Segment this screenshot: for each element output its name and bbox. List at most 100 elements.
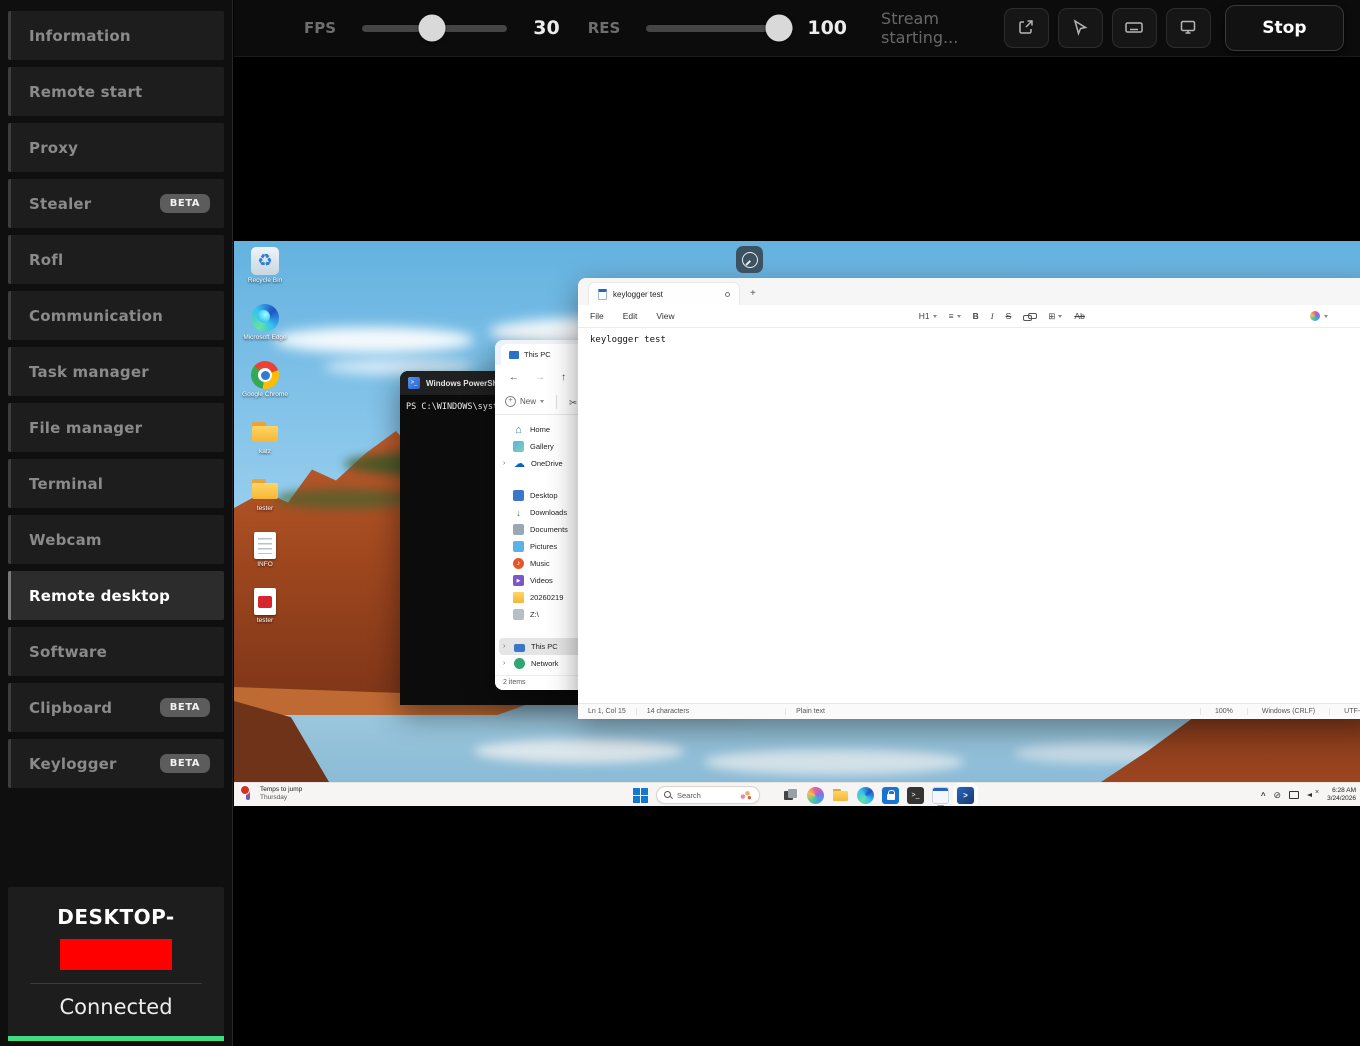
up-icon[interactable]: ↑ xyxy=(561,372,566,383)
do-not-disturb-icon[interactable]: ⊘ xyxy=(1274,790,1282,801)
main-panel: FPS 30 RES 100 Stream starting... xyxy=(234,0,1360,1046)
monitor-button[interactable] xyxy=(1166,8,1211,48)
desktop-icon-tester[interactable]: tester xyxy=(242,588,288,624)
remote-desktop-stream[interactable]: Recycle Bin Microsoft Edge Google Chrome ka… xyxy=(234,241,1360,806)
chevron-down-icon xyxy=(957,315,961,318)
desktop-icon-microsoft-edge[interactable]: Microsoft Edge xyxy=(242,304,288,341)
menu-edit[interactable]: Edit xyxy=(623,311,638,321)
thispc-icon xyxy=(514,644,525,652)
keyboard-control-button[interactable] xyxy=(1112,8,1157,48)
sidebar-item-keylogger[interactable]: KeyloggerBETA xyxy=(8,739,224,788)
desktop-icon-tester[interactable]: tester xyxy=(242,475,288,512)
desktop-icon-label: INFO xyxy=(257,561,273,568)
desktop-icon-recycle-bin[interactable]: Recycle Bin xyxy=(242,247,288,284)
open-external-button[interactable] xyxy=(1004,8,1049,48)
sidebar-item-proxy[interactable]: Proxy xyxy=(8,123,224,172)
explorer-item-label: Gallery xyxy=(530,442,554,451)
stream-status: Stream starting... xyxy=(881,9,1004,47)
widgets-button[interactable]: Temps to jump Thursday xyxy=(240,785,302,802)
taskbar-task-view-icon[interactable] xyxy=(782,787,799,804)
taskbar-powershell-icon[interactable] xyxy=(957,787,974,804)
menu-view[interactable]: View xyxy=(656,311,674,321)
sidebar-item-label: Terminal xyxy=(29,475,103,493)
link-tool-icon[interactable] xyxy=(1023,311,1036,321)
sidebar-item-remote-desktop[interactable]: Remote desktop xyxy=(8,571,224,620)
sidebar-item-communication[interactable]: Communication xyxy=(8,291,224,340)
list-tool-icon[interactable]: ≡ xyxy=(949,311,961,321)
menu-file[interactable]: File xyxy=(590,311,604,321)
start-button[interactable] xyxy=(633,788,648,803)
desktop-icon-katz[interactable]: katz xyxy=(242,418,288,455)
taskbar-edge-icon[interactable] xyxy=(857,787,874,804)
clock-date: 3/24/2026 xyxy=(1327,795,1356,803)
image-circle-icon[interactable] xyxy=(736,246,763,273)
sidebar-item-software[interactable]: Software xyxy=(8,627,224,676)
videos-icon xyxy=(513,575,524,586)
sidebar-item-clipboard[interactable]: ClipboardBETA xyxy=(8,683,224,732)
pictures-icon xyxy=(513,541,524,552)
table-tool-icon[interactable]: ⊞ xyxy=(1048,311,1062,322)
italic-tool-icon[interactable]: I xyxy=(991,311,994,321)
notepad-editor[interactable]: keylogger test xyxy=(578,328,1360,703)
sidebar: Information Remote start Proxy StealerBETA R… xyxy=(0,0,233,1046)
chevron-right-icon: › xyxy=(503,643,508,650)
notepad-format-toolbar: H1 ≡ B I S ⊞ Ab xyxy=(919,311,1085,322)
explorer-tab-this-pc[interactable]: This PC xyxy=(501,344,589,365)
explorer-item-label: This PC xyxy=(531,642,558,651)
document-icon xyxy=(254,532,276,559)
sidebar-item-label: Stealer xyxy=(29,195,91,213)
fps-slider[interactable] xyxy=(362,25,507,32)
fps-slider-thumb[interactable] xyxy=(418,15,445,42)
copilot-menu[interactable] xyxy=(1310,311,1360,321)
sidebar-item-webcam[interactable]: Webcam xyxy=(8,515,224,564)
strikethrough-tool-icon[interactable]: S xyxy=(1006,311,1012,321)
res-slider[interactable] xyxy=(646,25,793,32)
taskbar-copilot-icon[interactable] xyxy=(807,787,824,804)
sidebar-item-file-manager[interactable]: File manager xyxy=(8,403,224,452)
taskbar-file-explorer-icon[interactable] xyxy=(832,787,849,804)
bold-tool-icon[interactable]: B xyxy=(973,311,979,321)
seasonal-search-icon xyxy=(739,790,752,801)
sidebar-item-terminal[interactable]: Terminal xyxy=(8,459,224,508)
taskbar-notepad-icon[interactable] xyxy=(932,787,949,804)
taskbar-store-icon[interactable] xyxy=(882,787,899,804)
res-slider-thumb[interactable] xyxy=(765,15,792,42)
notepad-tab[interactable]: keylogger test xyxy=(588,282,740,305)
notepad-tabbar: keylogger test + xyxy=(578,278,1360,305)
notepad-window[interactable]: keylogger test + FileEditView H1≡BIS⊞Ab … xyxy=(578,278,1360,719)
clear-format-tool-icon[interactable]: Ab xyxy=(1074,311,1084,321)
taskbar-search[interactable]: Search xyxy=(656,786,760,804)
status-segment: Ln 1, Col 15 xyxy=(578,708,636,715)
widget-headline: Temps to jump xyxy=(260,786,302,794)
heading-tool-icon[interactable]: H1 xyxy=(919,311,937,321)
explorer-item-label: Music xyxy=(530,559,550,568)
music-icon xyxy=(513,558,524,569)
widget-text: Temps to jump Thursday xyxy=(260,786,302,802)
taskbar-clock[interactable]: 6:28 AM 3/24/2026 xyxy=(1327,787,1356,803)
sidebar-item-label: Webcam xyxy=(29,531,102,549)
cut-icon[interactable] xyxy=(569,393,577,411)
desktop-icon-google-chrome[interactable]: Google Chrome xyxy=(242,361,288,398)
search-label: Search xyxy=(677,791,701,800)
new-button-label: New xyxy=(520,397,536,406)
cast-icon[interactable] xyxy=(1289,791,1299,799)
stop-button[interactable]: Stop xyxy=(1225,5,1344,51)
sidebar-item-rofl[interactable]: Rofl xyxy=(8,235,224,284)
desktop-icon-info[interactable]: INFO xyxy=(242,532,288,568)
back-icon[interactable]: ← xyxy=(509,372,519,383)
chevron-right-icon: › xyxy=(503,660,508,667)
status-segment: 14 characters xyxy=(636,708,699,715)
forward-icon[interactable]: → xyxy=(535,372,545,383)
pointer-control-button[interactable] xyxy=(1058,8,1103,48)
new-tab-button[interactable]: + xyxy=(750,288,756,299)
sidebar-item-task-manager[interactable]: Task manager xyxy=(8,347,224,396)
sidebar-item-stealer[interactable]: StealerBETA xyxy=(8,179,224,228)
taskbar-terminal-icon[interactable] xyxy=(907,787,924,804)
volume-muted-icon[interactable] xyxy=(1307,790,1319,800)
wallpaper-cloud xyxy=(274,327,474,353)
sidebar-item-information[interactable]: Information xyxy=(8,11,224,60)
hidden-icons-chevron[interactable]: ^ xyxy=(1261,791,1266,800)
new-button[interactable]: New xyxy=(505,396,544,407)
sidebar-item-remote-start[interactable]: Remote start xyxy=(8,67,224,116)
onedrive-icon xyxy=(514,458,525,469)
